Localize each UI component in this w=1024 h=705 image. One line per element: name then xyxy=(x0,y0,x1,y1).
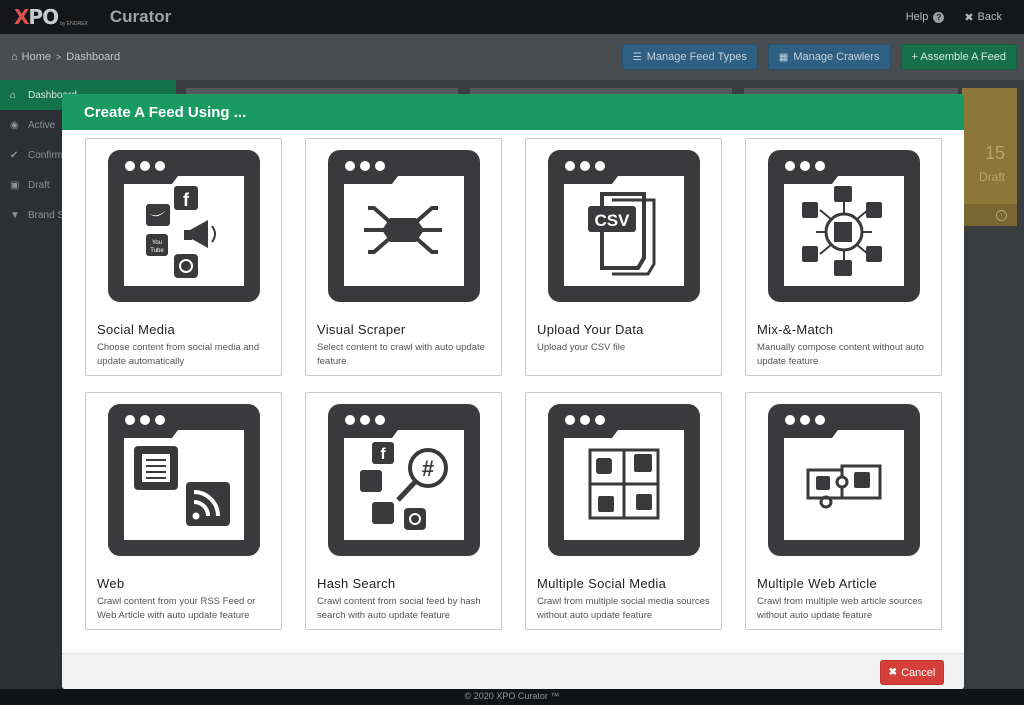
draft-stat-card[interactable]: 15 Draft › xyxy=(962,88,1017,226)
csv-upload-icon: CSV xyxy=(548,150,700,302)
svg-text:f: f xyxy=(183,190,190,210)
card-description: Upload your CSV file xyxy=(537,342,626,353)
social-media-icon: f You Tube xyxy=(108,150,260,302)
multiple-web-article-icon xyxy=(768,404,920,556)
card-description: Select content to crawl with auto update… xyxy=(317,342,485,367)
back-label: Back xyxy=(977,11,1002,23)
home-icon: ⌂ xyxy=(10,89,17,101)
feed-option-social-media[interactable]: f You Tube Social Media Choose content fr… xyxy=(85,138,282,376)
help-link[interactable]: Help ? xyxy=(906,11,945,23)
back-link[interactable]: ✖ Back xyxy=(964,11,1002,24)
card-description: Crawl content from your RSS Feed or Web … xyxy=(97,596,256,621)
help-label: Help xyxy=(905,11,929,23)
card-description: Crawl from multiple web article sources … xyxy=(757,596,923,621)
card-title: Social Media xyxy=(97,322,176,337)
close-icon: ✖ xyxy=(888,667,898,678)
page-footer: © 2020 XPO Curator ™ xyxy=(0,689,1024,705)
feed-option-mix-and-match[interactable]: Mix-&-Match Manually compose content wit… xyxy=(745,138,942,376)
manage-feed-types-button[interactable]: ☰ Manage Feed Types xyxy=(621,44,758,70)
draft-card-footer: › xyxy=(962,204,1017,226)
card-description: Crawl from multiple social media sources… xyxy=(537,596,710,621)
draft-count: 15 xyxy=(984,143,1005,163)
card-title: Upload Your Data xyxy=(537,322,644,337)
modal-title: Create A Feed Using ... xyxy=(62,94,964,130)
card-title: Multiple Social Media xyxy=(537,576,667,591)
calendar-icon: ▦ xyxy=(778,51,789,63)
svg-text:You: You xyxy=(152,240,162,246)
sidebar-item-label: Brand S xyxy=(28,209,65,221)
breadcrumb-separator: > xyxy=(56,52,62,62)
card-description: Crawl content from social feed by hash s… xyxy=(317,596,481,621)
feed-option-upload-data[interactable]: CSV Upload Your Data Upload your CSV fil… xyxy=(525,138,722,376)
check-icon: ✔ xyxy=(10,149,19,161)
card-title: Hash Search xyxy=(317,576,396,591)
card-description: Manually compose content without auto up… xyxy=(757,342,924,367)
close-icon: ✖ xyxy=(964,11,974,24)
svg-text:f: f xyxy=(380,446,386,463)
app-title: Curator xyxy=(109,7,172,26)
feed-option-hash-search[interactable]: # f Hash Search Crawl content from socia… xyxy=(305,392,502,630)
visual-scraper-icon xyxy=(328,150,480,302)
card-title: Multiple Web Article xyxy=(757,576,877,591)
logo-subtitle: by ENOREX xyxy=(60,21,88,27)
list-icon: ☰ xyxy=(632,51,642,63)
feed-option-multiple-social-media[interactable]: Multiple Social Media Crawl from multipl… xyxy=(525,392,722,630)
modal-footer: ✖ Cancel xyxy=(62,653,964,689)
breadcrumb-current: Dashboard xyxy=(66,51,121,63)
svg-text:Tube: Tube xyxy=(150,248,164,254)
svg-text:#: # xyxy=(422,456,434,481)
mix-and-match-icon xyxy=(768,150,920,302)
card-description: Choose content from social media and upd… xyxy=(97,342,260,367)
modal-body: f You Tube Social Media Choose content fr… xyxy=(62,130,964,653)
card-title: Visual Scraper xyxy=(317,322,406,337)
sidebar-item-label: Confirm xyxy=(28,149,64,161)
breadcrumb: ⌂ Home > Dashboard xyxy=(11,51,120,63)
sidebar-item-label: Draft xyxy=(28,179,50,191)
top-navbar: XPO by ENOREX Curator Help ? ✖ Back xyxy=(0,0,1024,34)
card-title: Web xyxy=(97,576,125,591)
web-rss-icon xyxy=(108,404,260,556)
create-feed-modal: Create A Feed Using ... f You Tube Social… xyxy=(62,94,964,689)
draft-label: Draft xyxy=(978,170,1005,184)
breadcrumb-home[interactable]: Home xyxy=(22,51,51,63)
filter-icon: ▼ xyxy=(10,209,20,221)
cancel-button[interactable]: ✖ Cancel xyxy=(880,660,944,685)
xpo-logo[interactable]: XPO by ENOREX xyxy=(14,5,88,29)
page-header: ⌂ Home > Dashboard ☰ Manage Feed Types ▦… xyxy=(0,34,1024,80)
hash-search-icon: # f xyxy=(328,404,480,556)
cancel-label: Cancel xyxy=(901,666,936,679)
manage-crawlers-label: Manage Crawlers xyxy=(793,51,880,63)
arrow-circle-right-icon: › xyxy=(996,210,1007,221)
home-icon: ⌂ xyxy=(11,51,18,63)
assemble-feed-label: + Assemble A Feed xyxy=(911,51,1006,63)
csv-badge: CSV xyxy=(595,211,631,230)
manage-feed-types-label: Manage Feed Types xyxy=(646,51,747,63)
feed-option-visual-scraper[interactable]: Visual Scraper Select content to crawl w… xyxy=(305,138,502,376)
save-icon: ▣ xyxy=(10,179,20,191)
assemble-feed-button[interactable]: + Assemble A Feed xyxy=(900,44,1017,70)
feed-option-web[interactable]: Web Crawl content from your RSS Feed or … xyxy=(85,392,282,630)
sidebar-item-label: Active xyxy=(28,119,56,131)
manage-crawlers-button[interactable]: ▦ Manage Crawlers xyxy=(767,44,891,70)
feed-option-multiple-web-article[interactable]: Multiple Web Article Crawl from multiple… xyxy=(745,392,942,630)
card-title: Mix-&-Match xyxy=(757,322,834,337)
question-circle-icon: ? xyxy=(933,11,945,23)
multiple-social-media-icon xyxy=(548,404,700,556)
eye-icon: ◉ xyxy=(10,119,19,131)
